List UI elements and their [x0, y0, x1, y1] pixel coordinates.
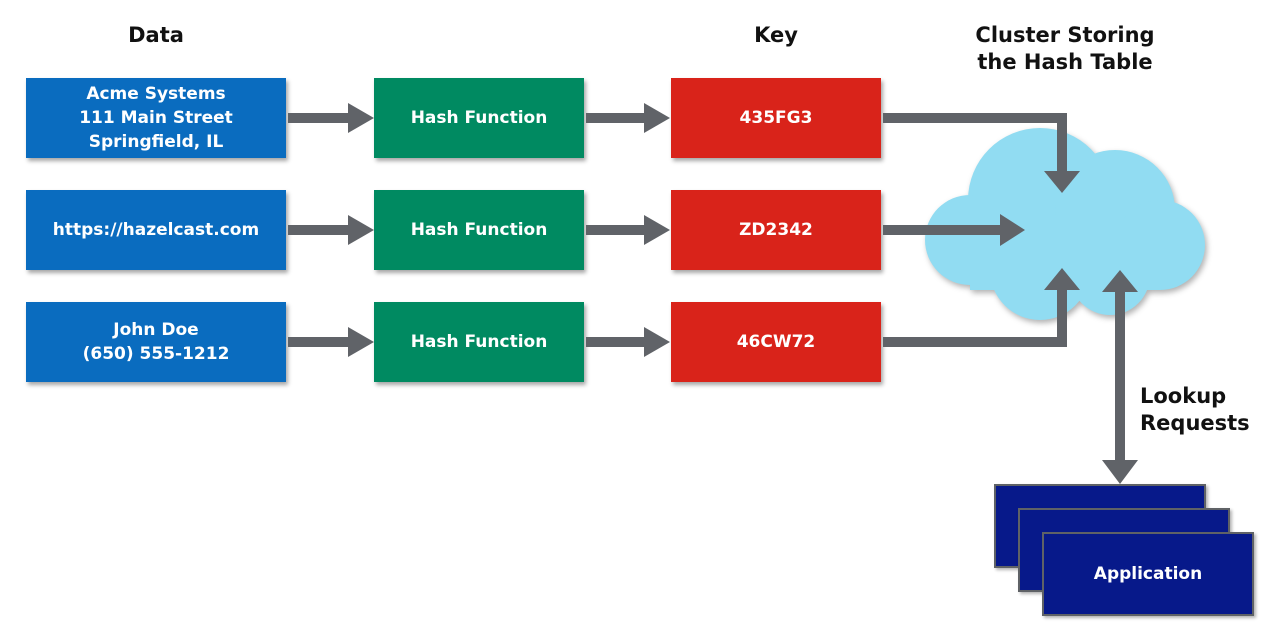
application-label: Application — [1093, 564, 1203, 584]
arrow-lookup-head-down — [1102, 460, 1138, 484]
application-card-front: Application — [1042, 532, 1254, 616]
arrow-data-to-hash-3 — [288, 327, 374, 357]
arrow-hash-to-key-2 — [586, 215, 670, 245]
arrow-data-to-hash-1 — [288, 103, 374, 133]
label-lookup-requests: Lookup Requests — [1140, 384, 1250, 435]
arrow-hash-to-key-3 — [586, 327, 670, 357]
arrow-data-to-hash-2 — [288, 215, 374, 245]
arrow-hash-to-key-1 — [586, 103, 670, 133]
